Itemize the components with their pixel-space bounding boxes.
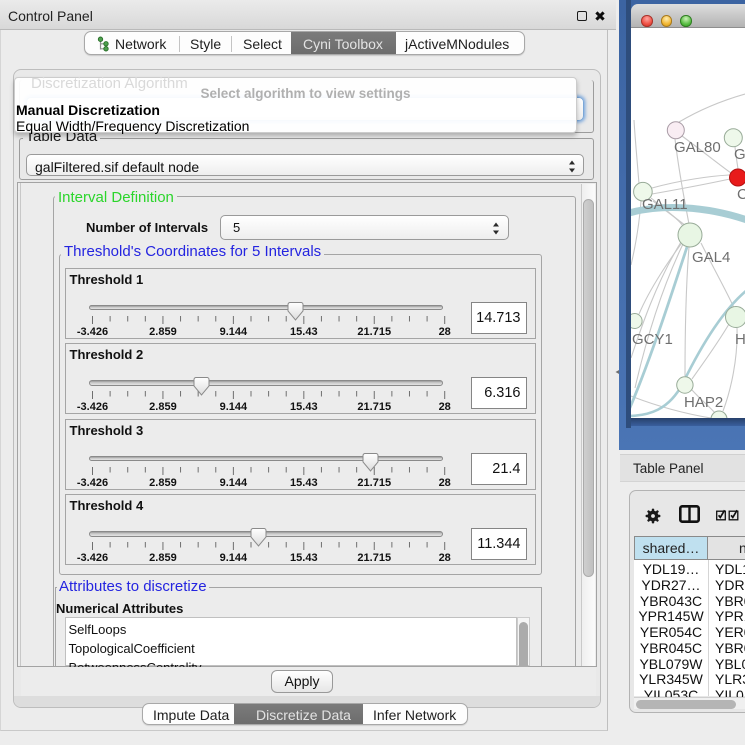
svg-text:H: H <box>735 331 745 348</box>
svg-text:GAL11: GAL11 <box>642 196 688 213</box>
svg-text:GA: GA <box>734 146 745 163</box>
svg-text:HAP2: HAP2 <box>684 394 723 411</box>
svg-text:CY: CY <box>737 186 745 203</box>
svg-text:GAL4: GAL4 <box>692 249 730 266</box>
svg-text:GAL80: GAL80 <box>674 139 721 156</box>
svg-text:GCY1: GCY1 <box>632 331 673 348</box>
